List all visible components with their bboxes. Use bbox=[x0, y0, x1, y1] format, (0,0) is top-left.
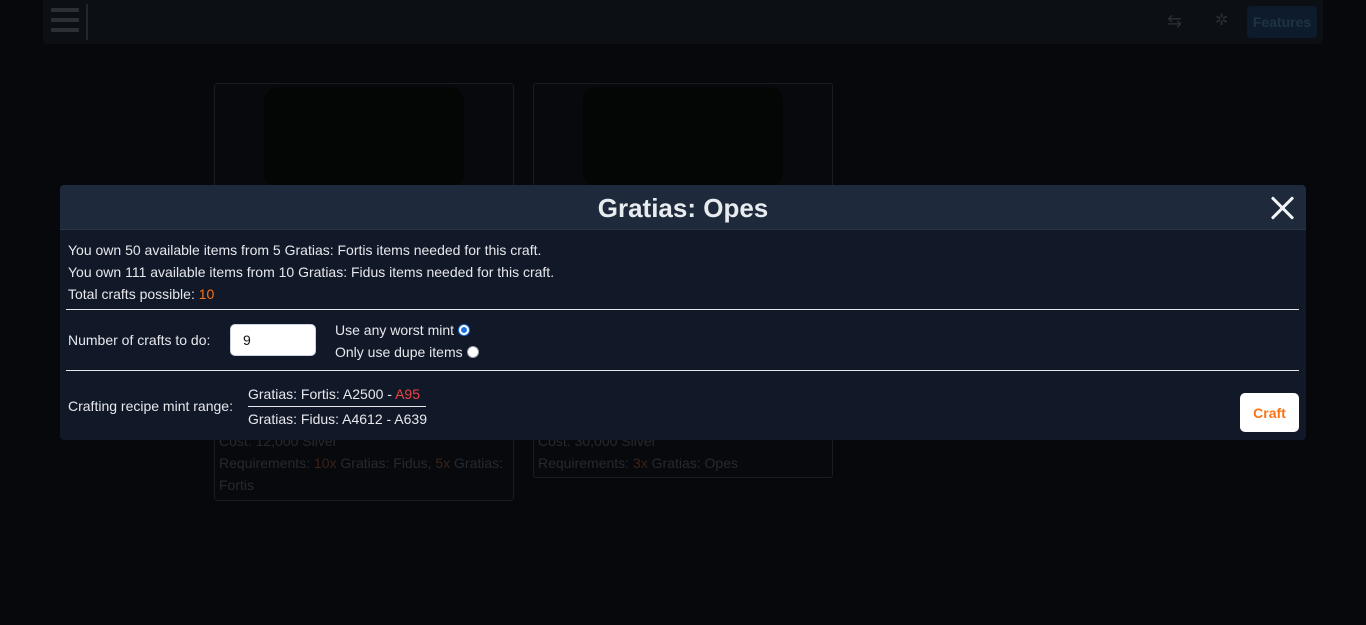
card-requirements: Requirements: 3x Gratias: Opes bbox=[538, 455, 738, 471]
features-button[interactable]: Features bbox=[1247, 6, 1317, 38]
ownership-info: You own 50 available items from 5 Gratia… bbox=[68, 239, 554, 305]
mint-range-list: Gratias: Fortis: A2500 - A95 Gratias: Fi… bbox=[248, 384, 427, 430]
total-crafts-value: 10 bbox=[198, 286, 215, 302]
radio-dupe[interactable] bbox=[466, 346, 479, 358]
divider bbox=[66, 309, 1299, 310]
radio-dupe-label: Only use dupe items bbox=[335, 344, 463, 360]
radio-any-mint-label: Use any worst mint bbox=[335, 322, 455, 338]
mint-range-fortis-end: A95 bbox=[395, 386, 420, 402]
card-image bbox=[264, 87, 464, 187]
modal-title: Gratias: Opes bbox=[597, 193, 769, 223]
total-crafts: Total crafts possible: 10 bbox=[68, 286, 215, 302]
mint-range-fidus: Gratias: Fidus: A4612 - A639 bbox=[248, 411, 427, 427]
divider bbox=[66, 370, 1299, 371]
modal-header: Gratias: Opes bbox=[60, 185, 1306, 230]
craft-modal: Gratias: Opes You own 50 available items… bbox=[60, 185, 1306, 440]
mint-range-fortis: Gratias: Fortis: A2500 - A95 bbox=[248, 384, 426, 407]
ownership-line-fidus: You own 111 available items from 10 Grat… bbox=[68, 264, 555, 280]
card-requirements-cont: Fortis bbox=[219, 477, 254, 493]
craft-button[interactable]: Craft bbox=[1240, 393, 1299, 432]
close-icon[interactable] bbox=[1270, 195, 1296, 221]
radio-any-mint-row[interactable]: Use any worst mint bbox=[335, 322, 471, 338]
mint-range-label: Crafting recipe mint range: bbox=[68, 398, 233, 414]
ownership-line-fortis: You own 50 available items from 5 Gratia… bbox=[68, 242, 542, 258]
swap-icon[interactable]: ⇆ bbox=[1167, 10, 1189, 32]
crafts-count-input[interactable] bbox=[230, 324, 316, 356]
card-image bbox=[583, 87, 783, 187]
gear-icon[interactable]: ✲ bbox=[1215, 12, 1233, 30]
radio-any-mint[interactable] bbox=[458, 324, 471, 336]
radio-dupe-row[interactable]: Only use dupe items bbox=[335, 344, 479, 360]
hamburger-menu-icon[interactable] bbox=[51, 8, 79, 34]
crafts-count-label: Number of crafts to do: bbox=[68, 332, 211, 348]
card-requirements: Requirements: 10x Gratias: Fidus, 5x Gra… bbox=[219, 455, 504, 471]
top-navbar: ⇆ ✲ Features bbox=[43, 0, 1323, 44]
navbar-divider bbox=[86, 4, 88, 40]
